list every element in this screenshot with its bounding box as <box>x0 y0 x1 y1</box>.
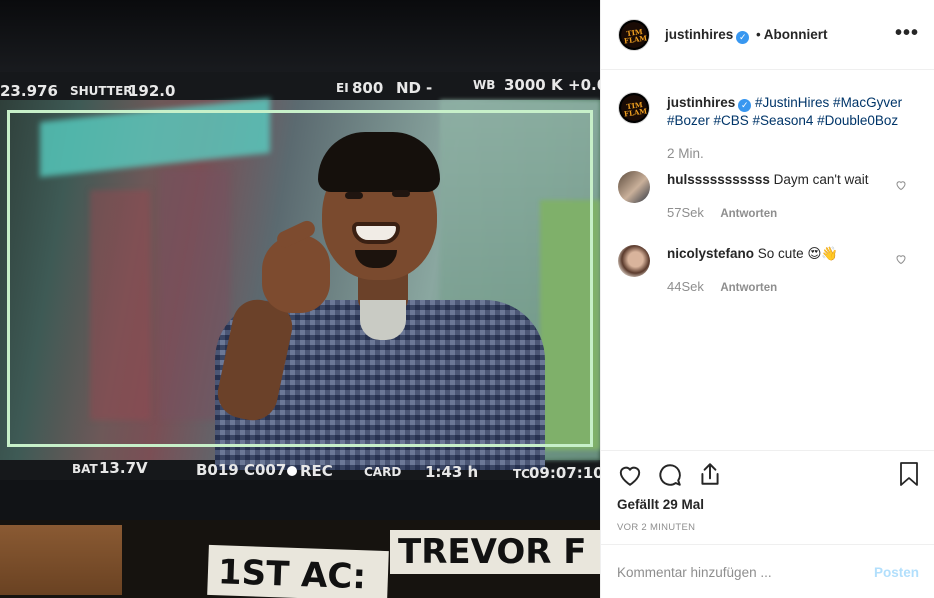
caption-author-avatar[interactable]: TIM FLAM <box>618 92 650 124</box>
iris-readout: 23.976 <box>0 82 58 100</box>
comment-username[interactable]: hulsssssssssss <box>667 172 770 187</box>
post-comment-button[interactable]: Posten <box>874 565 919 580</box>
like-heart-icon[interactable] <box>617 462 643 488</box>
timecode-label: TC <box>513 467 530 481</box>
monitor-bezel-top <box>0 0 600 78</box>
caption-text: justinhires ✓ #JustinHires #MacGyver #Boz… <box>667 94 917 130</box>
likes-count[interactable]: Gefällt 29 Mal <box>617 497 704 512</box>
name-label-first-ac: 1ST AC: <box>207 544 389 598</box>
rec-label: REC <box>300 462 333 480</box>
rec-indicator: REC <box>287 462 333 480</box>
commenter-avatar[interactable] <box>618 171 650 203</box>
more-options-icon[interactable]: ••• <box>895 22 919 45</box>
post-header: TIM FLAM justinhires ✓ • Abonniert ••• <box>601 0 934 70</box>
like-comment-heart-icon[interactable] <box>895 253 907 265</box>
clip-id: B019 C007 <box>196 461 287 479</box>
name-label-trevor: TREVOR F <box>390 530 600 574</box>
ei-value: 800 <box>352 79 384 97</box>
comment-text: nicolystefano So cute 😍👋 <box>667 245 897 263</box>
share-icon[interactable] <box>697 461 723 487</box>
comment-meta: 44Sek Antworten <box>667 278 777 296</box>
caption-username[interactable]: justinhires <box>667 95 735 110</box>
wb-value: 3000 K <box>504 76 563 94</box>
record-dot-icon <box>287 466 297 476</box>
frame-guide <box>7 110 593 447</box>
wb-label: WB <box>473 78 496 92</box>
post-photo[interactable]: 23.976 SHUTTER 192.0 EI 800 ND - WB 3000… <box>0 0 600 598</box>
ei-label: EI <box>336 81 349 95</box>
comment-time[interactable]: 44Sek <box>667 279 704 294</box>
wb-offset: +0.0 <box>568 76 600 94</box>
nd-value: - <box>426 79 433 97</box>
reply-button[interactable]: Antworten <box>720 208 777 220</box>
card-label: CARD <box>364 465 402 479</box>
caption-hashtags-line1[interactable]: #JustinHires #MacGyver <box>755 95 902 110</box>
follow-status-button[interactable]: Abonniert <box>764 27 828 42</box>
comment-body: Daym can't wait <box>773 172 869 187</box>
comment-username[interactable]: nicolystefano <box>667 246 754 261</box>
timecode-value: 09:07:10: <box>529 464 600 482</box>
comments-list: TIM FLAM justinhires ✓ #JustinHires #MacG… <box>601 71 934 449</box>
save-bookmark-icon[interactable] <box>897 461 921 487</box>
author-username[interactable]: justinhires <box>665 27 733 42</box>
add-comment-input[interactable]: Kommentar hinzufügen ... <box>617 565 772 580</box>
post-side-panel: TIM FLAM justinhires ✓ • Abonniert ••• TIM… <box>600 0 934 598</box>
shutter-label: SHUTTER <box>70 84 133 98</box>
battery-value: 13.7V <box>99 459 148 477</box>
nd-label: ND <box>396 79 422 97</box>
avatar-logo-text: TIM FLAM <box>623 99 648 119</box>
caption-hashtags-line2[interactable]: #Bozer #CBS #Season4 #Double0Boz <box>667 113 898 128</box>
post-actions: Gefällt 29 Mal VOR 2 MINUTEN <box>601 450 934 544</box>
commenter-avatar[interactable] <box>618 245 650 277</box>
post-timestamp[interactable]: VOR 2 MINUTEN <box>617 522 695 533</box>
avatar-logo-text: TIM FLAM <box>623 26 648 46</box>
monitor-bezel-bottom <box>0 480 600 520</box>
header-author-line: justinhires ✓ • Abonniert <box>665 27 828 44</box>
author-avatar[interactable]: TIM FLAM <box>618 19 650 51</box>
like-comment-heart-icon[interactable] <box>895 179 907 191</box>
add-comment-bar: Kommentar hinzufügen ... Posten <box>601 544 934 598</box>
caption-time[interactable]: 2 Min. <box>667 146 704 161</box>
card-value: 1:43 h <box>425 463 479 481</box>
header-separator: • <box>756 27 761 42</box>
wood-panel <box>0 525 122 595</box>
comment-bubble-icon[interactable] <box>657 462 683 488</box>
comment-body: So cute 😍👋 <box>757 246 839 261</box>
shutter-value: 192.0 <box>128 82 176 100</box>
verified-badge-icon: ✓ <box>738 99 752 112</box>
battery-label: BAT <box>72 462 98 476</box>
comment-text: hulsssssssssss Daym can't wait <box>667 171 897 189</box>
verified-badge-icon: ✓ <box>736 31 750 44</box>
reply-button[interactable]: Antworten <box>720 282 777 294</box>
comment-time[interactable]: 57Sek <box>667 205 704 220</box>
comment-meta: 57Sek Antworten <box>667 204 777 222</box>
